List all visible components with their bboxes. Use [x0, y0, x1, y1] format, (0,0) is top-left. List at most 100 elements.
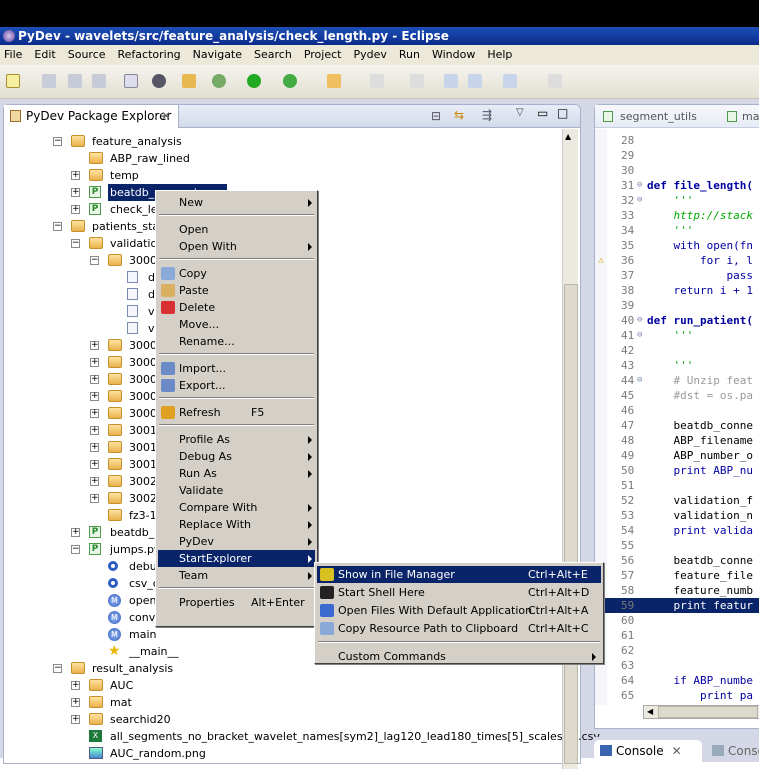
menu-help[interactable]: Help [487, 48, 512, 61]
menu-refactoring[interactable]: Refactoring [118, 48, 181, 61]
menu-item-compare-with[interactable]: Compare With [158, 499, 315, 516]
code-editor[interactable]: segment_utils ma 28 29 30 31 ⊖ def file_lengt… [594, 104, 759, 729]
menu-item-run-as[interactable]: Run As [158, 465, 315, 482]
tree-item[interactable]: + mat [4, 694, 559, 711]
expand-plus-icon[interactable]: + [90, 375, 99, 384]
expand-plus-icon[interactable]: + [71, 681, 80, 690]
tab-console-2[interactable]: Console [706, 740, 759, 762]
menu-item-copy-resource-path-to-clipboard[interactable]: Copy Resource Path to Clipboard Ctrl+Alt+… [317, 620, 601, 637]
save-all-icon[interactable] [68, 74, 82, 88]
code-line[interactable]: 40 ⊖ def run_patient( [595, 313, 759, 328]
menu-item-open-files-with-default-application[interactable]: Open Files With Default Application Ctrl+… [317, 602, 601, 619]
code-line[interactable]: 30 [595, 163, 759, 178]
scroll-thumb[interactable] [658, 706, 758, 718]
expand-plus-icon[interactable]: + [90, 358, 99, 367]
menu-item-export[interactable]: Export... [158, 377, 315, 394]
code-line[interactable]: 33 http://stack [595, 208, 759, 223]
scroll-up-icon[interactable]: ▲ [565, 132, 571, 141]
tab-segment-utils[interactable]: segment_utils [620, 105, 697, 128]
menu-item-properties[interactable]: Properties Alt+Enter [158, 594, 315, 611]
menu-item-debug-as[interactable]: Debug As [158, 448, 315, 465]
code-line[interactable]: 49 ABP_number_o [595, 448, 759, 463]
expand-minus-icon[interactable]: − [71, 545, 80, 554]
view-menu-icon[interactable]: ▽ [516, 107, 524, 118]
fold-icon[interactable]: ⊖ [637, 313, 642, 328]
code-line[interactable]: 63 [595, 658, 759, 673]
binary-icon[interactable] [124, 74, 138, 88]
code-line[interactable]: 43 ''' [595, 358, 759, 373]
fold-icon[interactable]: ⊖ [637, 178, 642, 193]
expand-plus-icon[interactable]: + [71, 698, 80, 707]
tree-item[interactable]: ABP_raw_lined [4, 150, 559, 167]
code-line[interactable]: 59 print featur [595, 598, 759, 613]
forward-icon[interactable] [503, 74, 517, 88]
code-line[interactable]: 58 feature_numb [595, 583, 759, 598]
menu-item-pydev[interactable]: PyDev [158, 533, 315, 550]
expand-plus-icon[interactable]: + [90, 494, 99, 503]
menu-item-rename[interactable]: Rename... [158, 333, 315, 350]
code-line[interactable]: 50 print ABP_nu [595, 463, 759, 478]
run-icon[interactable] [247, 74, 261, 88]
code-line[interactable]: 52 validation_f [595, 493, 759, 508]
code-line[interactable]: 37 pass [595, 268, 759, 283]
code-line[interactable]: 32 ⊖ ''' [595, 193, 759, 208]
tree-item[interactable]: + AUC [4, 677, 559, 694]
menu-item-refresh[interactable]: Refresh F5 [158, 404, 315, 421]
menu-item-replace-with[interactable]: Replace With [158, 516, 315, 533]
expand-minus-icon[interactable]: − [53, 222, 62, 231]
open-project-icon[interactable] [182, 74, 196, 88]
expand-plus-icon[interactable]: + [90, 460, 99, 469]
collapse-all-icon[interactable]: ⊟ [431, 109, 441, 123]
code-line[interactable]: 36 ⚠ for i, l [595, 253, 759, 268]
expand-plus-icon[interactable]: + [71, 205, 80, 214]
menu-search[interactable]: Search [254, 48, 292, 61]
tab-pydev-package-explorer[interactable]: PyDev Package Explorer ✕ [4, 105, 179, 128]
menu-window[interactable]: Window [432, 48, 475, 61]
code-line[interactable]: 47 beatdb_conne [595, 418, 759, 433]
expand-plus-icon[interactable]: + [71, 528, 80, 537]
back-icon[interactable] [468, 74, 482, 88]
expand-minus-icon[interactable]: − [71, 239, 80, 248]
code-line[interactable]: 51 [595, 478, 759, 493]
open-perspective-icon[interactable] [548, 74, 562, 88]
filter-icon[interactable]: ⇶ [482, 108, 492, 122]
code-line[interactable]: 48 ABP_filename [595, 433, 759, 448]
code-line[interactable]: 35 with open(fn [595, 238, 759, 253]
menu-edit[interactable]: Edit [34, 48, 55, 61]
menu-item-paste[interactable]: Paste [158, 282, 315, 299]
expand-plus-icon[interactable]: + [90, 443, 99, 452]
code-line[interactable]: 60 [595, 613, 759, 628]
code-line[interactable]: 53 validation_n [595, 508, 759, 523]
expand-plus-icon[interactable]: + [71, 171, 80, 180]
code-line[interactable]: 62 [595, 643, 759, 658]
menu-source[interactable]: Source [68, 48, 106, 61]
tab-console[interactable]: Console ✕ [594, 740, 702, 762]
fold-icon[interactable]: ⊖ [637, 328, 642, 343]
menu-item-validate[interactable]: Validate [158, 482, 315, 499]
code-line[interactable]: 29 [595, 148, 759, 163]
link-with-editor-icon[interactable]: ⇆ [454, 108, 464, 122]
menu-item-team[interactable]: Team [158, 567, 315, 584]
last-edit-icon[interactable] [444, 74, 458, 88]
save-icon[interactable] [42, 74, 56, 88]
code-line[interactable]: 57 feature_file [595, 568, 759, 583]
code-line[interactable]: 31 ⊖ def file_length( [595, 178, 759, 193]
tree-item[interactable]: AUC_random.png [4, 745, 559, 762]
menu-run[interactable]: Run [399, 48, 420, 61]
expand-plus-icon[interactable]: + [90, 426, 99, 435]
code-line[interactable]: 45 #dst = os.pa [595, 388, 759, 403]
menu-item-import[interactable]: Import... [158, 360, 315, 377]
code-line[interactable]: 39 [595, 298, 759, 313]
pen-icon[interactable] [327, 74, 341, 88]
code-line[interactable]: 44 ⊖ # Unzip feat [595, 373, 759, 388]
fold-icon[interactable]: ⊖ [637, 193, 642, 208]
menu-item-delete[interactable]: Delete [158, 299, 315, 316]
menu-item-open-with[interactable]: Open With [158, 238, 315, 255]
menu-item-new[interactable]: New [158, 194, 315, 211]
scroll-thumb[interactable] [564, 284, 578, 764]
menu-item-show-in-file-manager[interactable]: Show in File Manager Ctrl+Alt+E [317, 566, 601, 583]
expand-plus-icon[interactable]: + [71, 715, 80, 724]
close-tab-icon[interactable]: ✕ [161, 105, 171, 127]
minimize-icon[interactable]: ▭ [537, 106, 548, 120]
fold-icon[interactable]: ⊖ [637, 373, 642, 388]
